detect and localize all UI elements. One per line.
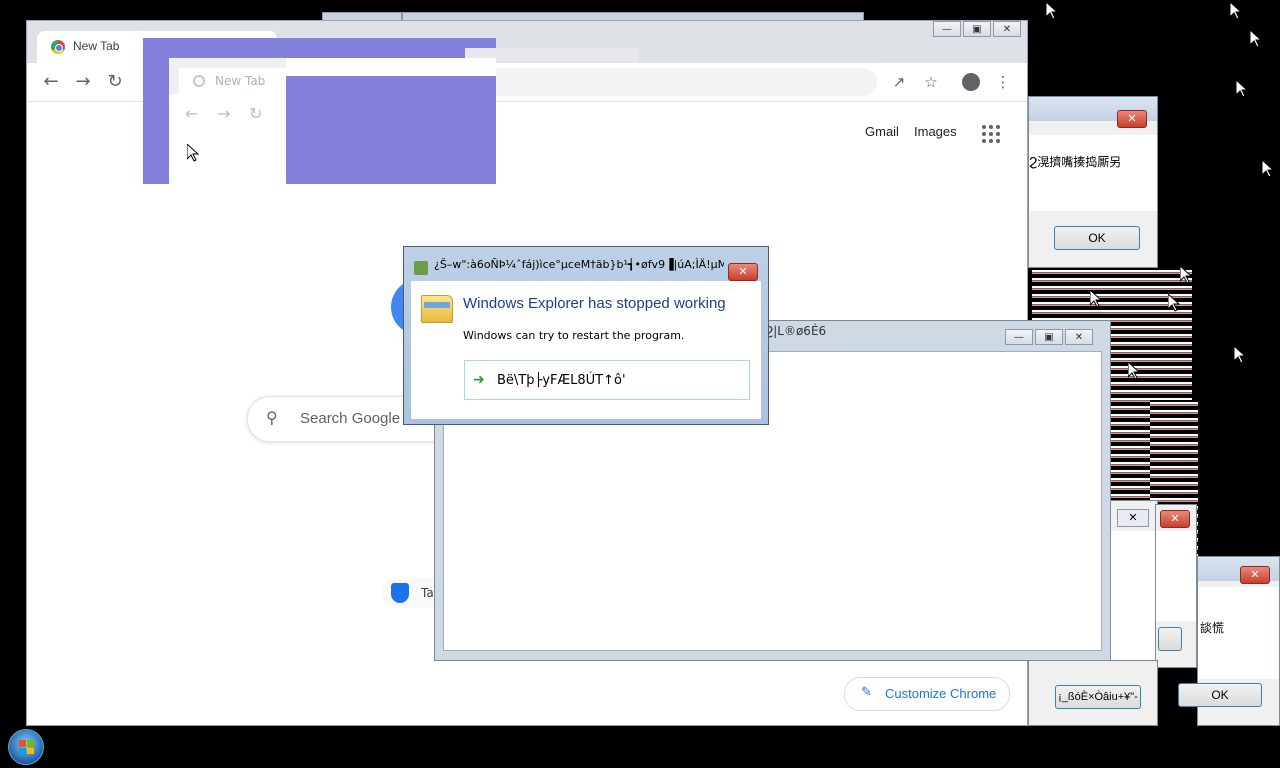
mouse-pointer-icon [1235,78,1249,101]
back-arrow-icon[interactable]: ← [39,70,63,94]
blank-window-title: Ϩ|L®ø6É6 [765,324,827,338]
ok-button-partial[interactable] [1158,627,1182,651]
mouse-pointer-icon [1045,0,1059,23]
ghost-chrome-overlay: New Tab ← → ↻ [143,38,639,184]
error-message: Windows can try to restart the program. [463,329,685,342]
mouse-pointer-icon [1127,360,1141,383]
windows-flag-icon [19,740,34,754]
error-heading: Windows Explorer has stopped working [463,295,726,312]
customize-label: Customize Chrome [885,686,997,701]
shortcut-label: Ta [421,586,434,600]
customize-chrome-button[interactable]: ✎ Customize Chrome [844,677,1010,711]
close-button[interactable]: ✕ [1117,110,1147,128]
close-button[interactable]: ✕ [728,263,758,281]
mouse-pointer-icon [1089,288,1103,311]
message-box-1-body: Ϩ滉擠嘴揍捣厮另 [1029,135,1157,211]
minimize-button[interactable]: — [1005,329,1033,345]
tab-title: New Tab [73,39,120,53]
message-box-3-body [1156,531,1196,621]
ghost-forward-icon: → [217,104,231,123]
reload-icon[interactable]: ↻ [103,70,127,94]
restore-button[interactable]: ▣ [1035,329,1063,345]
close-button[interactable]: ✕ [1160,510,1190,528]
ghost-tab: New Tab [179,68,286,94]
share-icon[interactable]: ↗ [887,70,911,94]
ok-button[interactable]: OK [1054,226,1140,250]
apps-grid-icon[interactable] [982,125,1000,143]
close-button[interactable]: ✕ [1117,509,1149,527]
ghost-tab-title: New Tab [215,74,266,88]
shield-icon [391,583,409,603]
purple-block [169,38,496,58]
gmail-link[interactable]: Gmail [865,124,899,139]
error-dialog-content: Windows Explorer has stopped working Win… [411,281,761,419]
command-link-label: Bë\Tþ├yFÆL8ÚT↑ô' [497,373,626,388]
message-box-4: ¡_ßóÈ×Òâiu+¥"- [1028,660,1158,726]
shortcut-tile[interactable]: Ta [381,578,441,608]
close-button[interactable]: ✕ [1240,566,1270,584]
bookmark-star-icon[interactable]: ☆ [919,70,943,94]
mouse-pointer-icon [1249,28,1263,51]
forward-arrow-icon[interactable]: → [71,70,95,94]
purple-block [143,38,169,184]
window-controls: — ▣ ✕ [1003,329,1099,349]
message-box-5-text: 談慌 [1200,621,1225,635]
close-button[interactable]: ✕ [993,21,1021,37]
ok-button[interactable]: OK [1178,683,1262,707]
images-link[interactable]: Images [914,124,957,139]
search-placeholder: Search Google [300,410,401,427]
mouse-pointer-icon [1167,292,1181,315]
ghost-toolbar-fragment [286,58,496,76]
minimize-button[interactable]: — [933,21,961,37]
ghost-chrome-window: New Tab ← → ↻ [169,58,286,184]
ghost-favicon-icon [193,75,205,87]
app-icon [414,261,428,275]
message-box-5: ✕ 談慌 OK [1178,556,1280,726]
message-box-1-text: Ϩ滉擠嘴揍捣厮另 [1029,155,1122,169]
mouse-pointer-icon [1261,158,1275,181]
green-arrow-icon: ➜ [473,372,485,388]
ghost-back-icon: ← [185,104,199,123]
error-dialog-title: ¿Š–w":à6oÑÞ¼ˆfáj)ìce°µceM†äb}b¹┪•øfv9▐|ú… [434,258,724,271]
window-controls: — ▣ ✕ [931,21,1027,41]
search-icon: ⚲ [266,408,278,427]
profile-avatar-icon[interactable] [959,70,983,94]
dialog-button[interactable]: ¡_ßóÈ×Òâiu+¥"- [1055,685,1141,709]
message-box-2-body [1111,531,1157,661]
taskbar [0,726,1280,768]
start-button-windows-icon[interactable] [8,729,44,765]
explorer-error-dialog: ¿Š–w":à6oÑÞ¼ˆfáj)ìce°µceM†äb}b¹┪•øfv9▐|ú… [403,246,769,425]
restart-command-link[interactable]: ➜ Bë\Tþ├yFÆL8ÚT↑ô' [464,360,750,400]
explorer-folder-icon [421,295,453,323]
ghost-reload-icon: ↻ [249,104,263,123]
close-button[interactable]: ✕ [1065,329,1093,345]
pencil-icon: ✎ [861,685,872,700]
message-box-3: ✕ [1155,504,1197,668]
ghost-mouse-pointer-icon [186,142,200,162]
mouse-pointer-icon [1229,0,1243,23]
mouse-pointer-icon [1233,344,1247,367]
mouse-pointer-icon [1179,264,1193,287]
message-box-1: ✕ Ϩ滉擠嘴揍捣厮另 OK [1028,96,1158,268]
restore-button[interactable]: ▣ [963,21,991,37]
purple-block [286,76,496,184]
message-box-5-body: 談慌 [1198,587,1279,679]
menu-kebab-icon[interactable]: ⋮ [991,70,1015,94]
chrome-favicon-icon [51,40,65,54]
